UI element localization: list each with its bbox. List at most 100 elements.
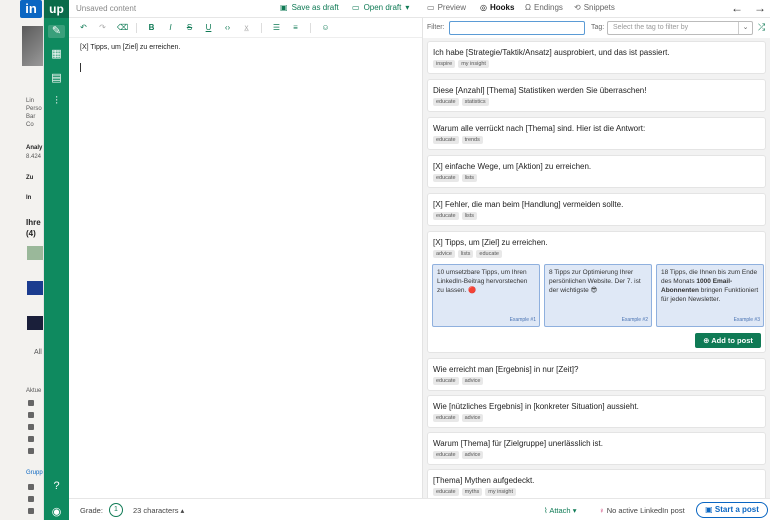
post-editor[interactable]: [X] Tipps, um [Ziel] zu erreichen.	[69, 38, 422, 498]
group-thumbnail	[27, 246, 43, 260]
open-draft-button[interactable]: ▭ Open draft ▾	[352, 3, 409, 12]
list-icon	[28, 496, 34, 502]
example-card[interactable]: 18 Tipps, die Ihnen bis zum Ende des Mon…	[656, 264, 764, 327]
hook-card[interactable]: [Thema] Mythen aufgedeckt. educate myths…	[427, 469, 766, 498]
analytics-title: Analy	[26, 145, 43, 151]
editor-text: [X] Tipps, um [Ziel] zu erreichen.	[80, 44, 181, 51]
code-icon[interactable]: ‹›	[223, 23, 232, 32]
forward-arrow-icon[interactable]: →	[754, 1, 766, 15]
hook-tags: educate myths my insight	[433, 488, 517, 496]
profile-snippet: Perso	[26, 106, 42, 112]
chevron-down-icon: ▾	[572, 506, 577, 515]
hook-text: [X] Fehler, die man beim [Handlung] verm…	[433, 200, 624, 209]
calendar-icon[interactable]: ▦	[50, 48, 63, 61]
profile-snippet: Bar	[26, 114, 36, 120]
undo-icon[interactable]: ↶	[79, 23, 88, 32]
hook-card[interactable]: Diese [Anzahl] [Thema] Statistiken werde…	[427, 79, 766, 112]
hooks-list: Ich habe [Strategie/Taktik/Ansatz] auspr…	[423, 38, 770, 498]
analytics-icon[interactable]: ⫶	[50, 95, 63, 108]
hook-text: [X] Tipps, um [Ziel] zu erreichen.	[433, 238, 548, 247]
linkedin-icon: ▣	[705, 505, 713, 514]
list-icon	[28, 508, 34, 514]
example-card[interactable]: 10 umsetzbare Tipps, um Ihren LinkedIn-B…	[432, 264, 540, 327]
hook-card[interactable]: [X] einfache Wege, um [Aktion] zu erreic…	[427, 155, 766, 188]
add-to-post-button[interactable]: ⊕ Add to post	[695, 333, 761, 348]
filter-input[interactable]	[449, 21, 585, 35]
emoji-icon[interactable]: ☺	[321, 23, 330, 32]
tab-snippets[interactable]: ⟲ Snippets	[574, 3, 615, 12]
hook-text: Wie erreicht man [Ergebnis] in nur [Zeit…	[433, 365, 579, 374]
hook-text: Warum alle verrückt nach [Thema] sind. H…	[433, 124, 646, 133]
subscript-icon[interactable]: x̲	[242, 23, 251, 32]
linkedin-post-status: ♀ No active LinkedIn post	[599, 506, 685, 515]
tag-chip: my insight	[485, 488, 517, 496]
hook-text: [X] einfache Wege, um [Aktion] zu erreic…	[433, 162, 592, 171]
app-sidebar: up ✎ ▦ ▤ ⫶ ? ◉	[44, 0, 69, 520]
profile-cover	[22, 26, 43, 66]
bullet-list-icon[interactable]: ☰	[272, 23, 281, 32]
back-arrow-icon[interactable]: ←	[731, 1, 743, 15]
editor-footer: Grade: 1 23 characters ▴ ⌇ Attach ▾ ♀ No…	[69, 498, 770, 520]
tab-preview[interactable]: ▭ Preview	[427, 3, 466, 12]
tag-chip: educate	[433, 488, 459, 496]
hook-card[interactable]: Warum [Thema] für [Zielgruppe] unerlässl…	[427, 432, 766, 465]
hook-tags: educate statistics	[433, 98, 489, 106]
tag-chip: advice	[461, 451, 484, 459]
profile-icon[interactable]: ◉	[50, 506, 63, 519]
strikethrough-icon[interactable]: S	[185, 23, 194, 32]
tag-chip: educate	[433, 377, 459, 385]
hook-tags: inspire my insight	[433, 60, 489, 68]
hook-card-expanded[interactable]: [X] Tipps, um [Ziel] zu erreichen. advic…	[427, 231, 766, 353]
hook-card[interactable]: Wie [nützliches Ergebnis] in [konkreter …	[427, 395, 766, 428]
tag-chip: advice	[461, 414, 484, 422]
tag-chip: trends	[461, 136, 483, 144]
analytics-count: 8.424	[26, 154, 42, 160]
hook-text: Warum [Thema] für [Zielgruppe] unerlässl…	[433, 439, 603, 448]
tag-chip: educate	[433, 98, 459, 106]
grade-badge[interactable]: 1	[109, 503, 123, 517]
chevron-up-icon: ▴	[180, 506, 185, 515]
snippets-icon: ⟲	[574, 3, 581, 12]
shuffle-icon[interactable]: ⤮	[758, 22, 765, 33]
start-post-button[interactable]: ▣ Start a post	[696, 502, 768, 518]
bold-icon[interactable]: B	[147, 23, 156, 32]
background-link[interactable]: Zu	[26, 174, 33, 182]
folder-icon: ▭	[352, 3, 360, 12]
tag-select[interactable]: Select the tag to filter by ⌄	[607, 21, 753, 35]
hook-icon: ◎	[480, 3, 487, 12]
toolbar-divider	[310, 22, 311, 33]
list-icon	[28, 400, 34, 406]
chevron-down-icon: ▾	[405, 3, 410, 12]
italic-icon[interactable]: I	[166, 23, 175, 32]
help-icon[interactable]: ?	[50, 480, 63, 493]
group-label: Grupp	[26, 470, 43, 476]
hook-card[interactable]: Wie erreicht man [Ergebnis] in nur [Zeit…	[427, 358, 766, 391]
underline-icon[interactable]: U	[204, 23, 213, 32]
hook-card[interactable]: Ich habe [Strategie/Taktik/Ansatz] auspr…	[427, 41, 766, 74]
edit-icon[interactable]: ✎	[48, 25, 65, 38]
character-count[interactable]: 23 characters ▴	[133, 506, 184, 515]
attach-button[interactable]: ⌇ Attach ▾	[544, 506, 576, 515]
tag-chip: advice	[461, 377, 484, 385]
tab-hooks[interactable]: ◎ Hooks	[480, 3, 514, 12]
tab-endings[interactable]: Ω Endings	[525, 3, 563, 12]
tag-chip: educate	[433, 451, 459, 459]
show-all-link[interactable]: All	[34, 349, 42, 357]
hook-tags: educate advice	[433, 414, 484, 422]
profile-snippet: Lin	[26, 98, 35, 104]
redo-icon[interactable]: ↷	[98, 23, 107, 32]
example-label: Example #3	[733, 317, 760, 323]
background-link[interactable]: In	[26, 194, 31, 202]
numbered-list-icon[interactable]: ≡	[291, 23, 300, 32]
tag-chip: advice	[433, 250, 455, 258]
app-header: Unsaved content ▣ Save as draft ▭ Open d…	[69, 0, 770, 18]
clear-format-icon[interactable]: ⌫	[117, 23, 128, 32]
hook-card[interactable]: Warum alle verrückt nach [Thema] sind. H…	[427, 117, 766, 150]
save-draft-button[interactable]: ▣ Save as draft	[280, 3, 339, 12]
hook-card[interactable]: [X] Fehler, die man beim [Handlung] verm…	[427, 193, 766, 226]
example-card[interactable]: 8 Tipps zur Optimierung Ihrer persönlich…	[544, 264, 652, 327]
inbox-icon[interactable]: ▤	[50, 72, 63, 85]
cool-face-emoji: 😎	[590, 287, 598, 294]
list-icon	[28, 412, 34, 418]
document-title: Unsaved content	[76, 4, 137, 13]
